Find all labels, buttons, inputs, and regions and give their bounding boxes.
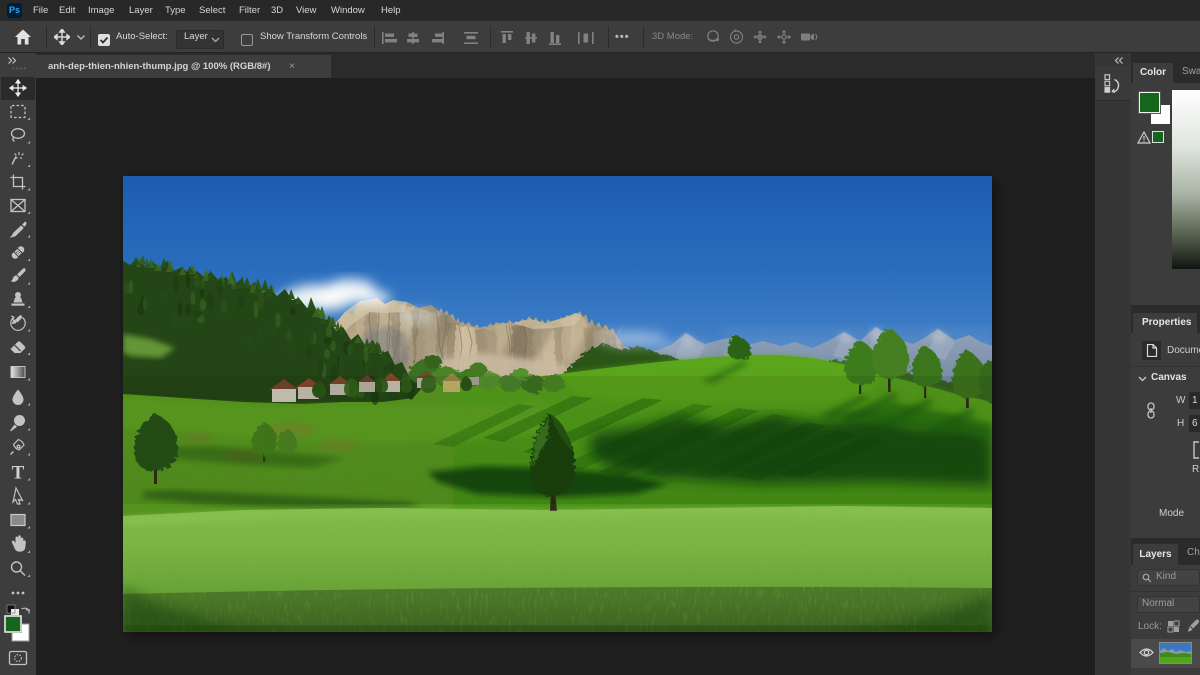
svg-text:T: T (12, 463, 25, 484)
